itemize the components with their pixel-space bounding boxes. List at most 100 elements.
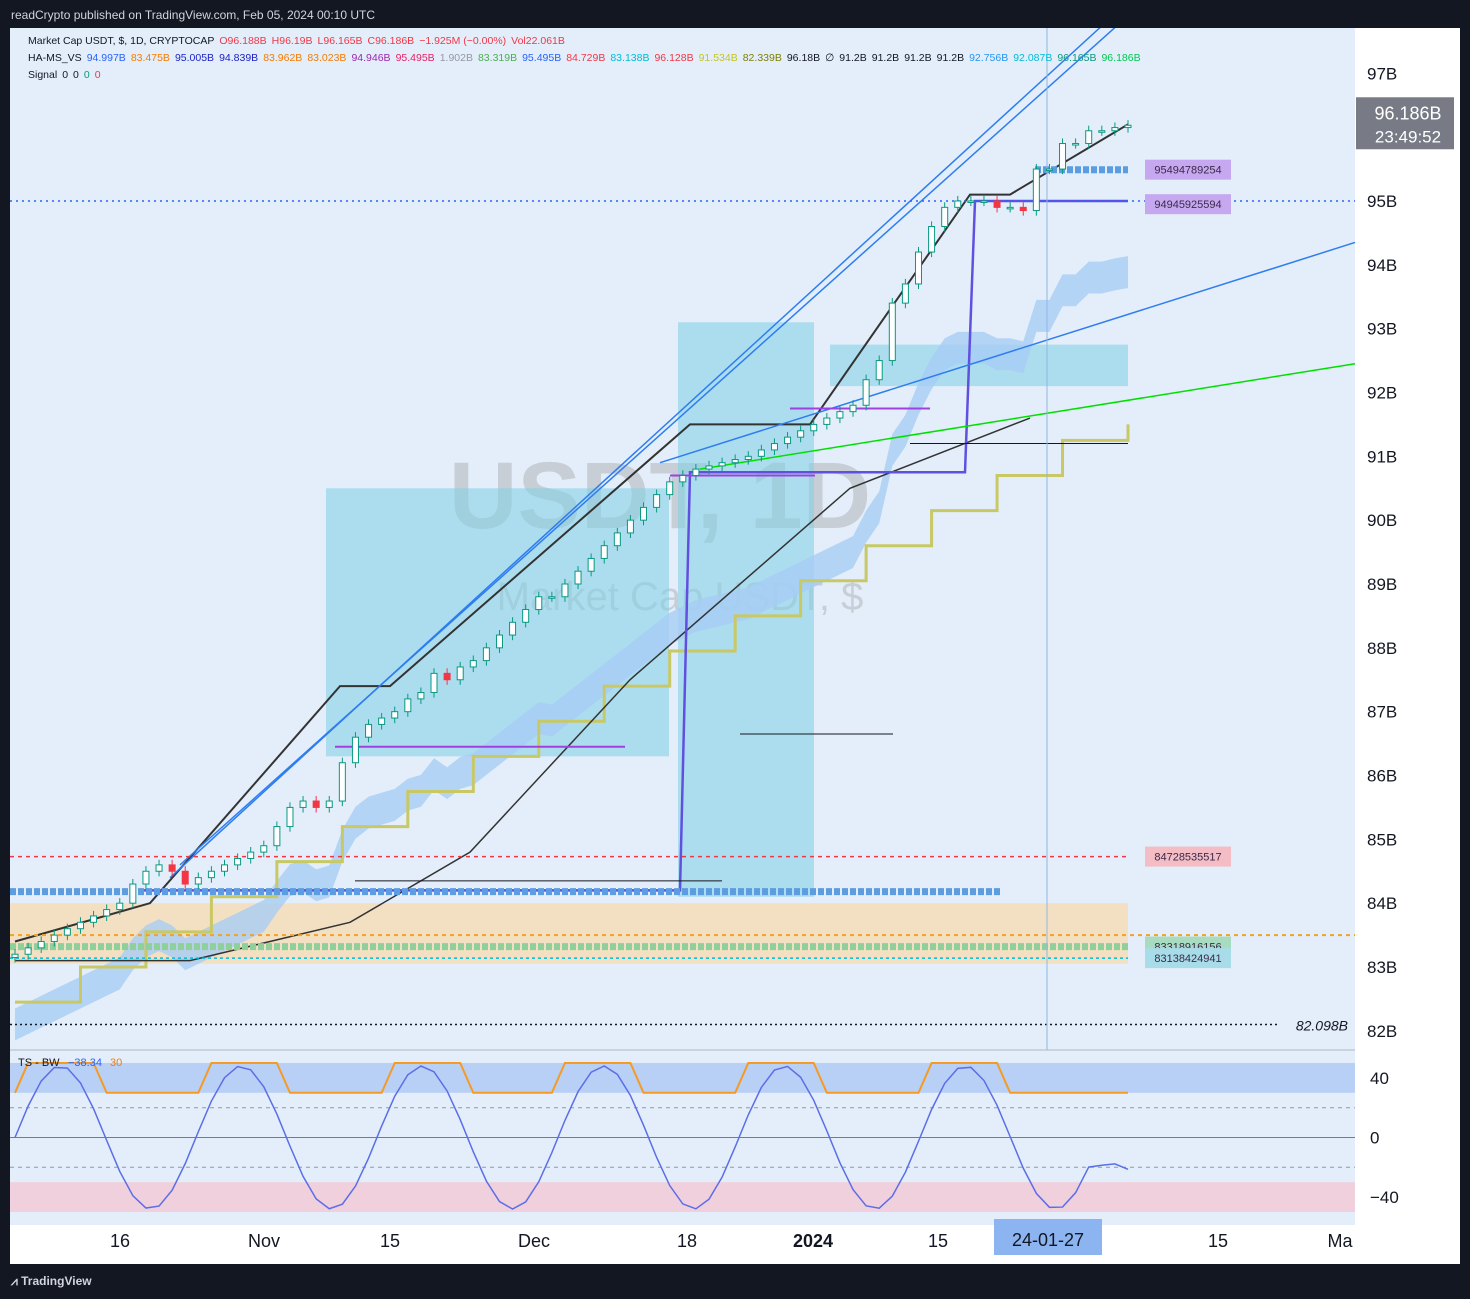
candle-body xyxy=(456,666,464,681)
legend-indicator-value-7: 94.946B xyxy=(351,52,391,64)
candle-body xyxy=(299,800,307,808)
candle-body xyxy=(901,283,909,304)
price-axis-tick: 88B xyxy=(1367,639,1397,658)
candle-body xyxy=(325,800,333,808)
legend-indicator-value-17: 96.18B xyxy=(786,52,821,64)
candle-body xyxy=(417,692,425,700)
tradingview-logo[interactable]: ⩘ TradingView xyxy=(11,1274,92,1289)
candle-body xyxy=(522,609,530,623)
osc-legend-value: −38.34 xyxy=(68,1057,102,1069)
candle-body xyxy=(129,883,137,904)
price-axis-tick: 93B xyxy=(1367,320,1397,339)
time-axis-label: Nov xyxy=(248,1231,280,1251)
candle-body xyxy=(823,417,831,425)
candle-body xyxy=(103,909,111,917)
candle-body xyxy=(941,206,949,228)
candle-body xyxy=(116,902,124,911)
candle-body xyxy=(482,647,490,662)
candle-body xyxy=(980,200,988,203)
price-axis-tick: 91B xyxy=(1367,447,1397,466)
candle-body xyxy=(1124,124,1132,129)
osc-overbought-zone xyxy=(10,1062,1355,1093)
legend-symbol-item-3: L96.165B xyxy=(317,35,363,47)
legend-signal-value-2: 0 xyxy=(73,69,79,81)
legend-signal-value-4: 0 xyxy=(94,69,101,81)
legend-indicator-value-15: 91.534B xyxy=(698,52,738,64)
candle-body xyxy=(561,583,569,598)
time-axis-label: 16 xyxy=(110,1231,130,1251)
legend-indicator-value-23: 92.756B xyxy=(969,52,1009,64)
legend-signal-value-1: 0 xyxy=(62,69,69,81)
osc-axis-tick: 0 xyxy=(1370,1129,1379,1148)
price-axis-tick: 94B xyxy=(1367,256,1397,275)
candle-body xyxy=(286,806,294,828)
candle-body xyxy=(705,465,713,470)
legend-indicator-value-5: 83.962B xyxy=(263,52,303,64)
price-axis-tick: 89B xyxy=(1367,575,1397,594)
publisher-bar: readCrypto published on TradingView.com,… xyxy=(0,0,1470,28)
candle-body xyxy=(142,870,150,885)
time-axis-label: Ma xyxy=(1327,1231,1353,1251)
candle-body xyxy=(1045,168,1053,172)
legend-signal-row: Signal 0 0 0 0 xyxy=(28,69,106,81)
chart-frame[interactable]: USDT, 1DMarket Cap USDT, $82B83B84B85B86… xyxy=(10,28,1460,1264)
candle-body xyxy=(797,430,805,438)
legend-indicator-value-25: 96.165B xyxy=(1057,52,1097,64)
candle-body xyxy=(76,921,84,930)
legend-indicator-value-11: 95.495B xyxy=(522,52,562,64)
legend-indicator-value-20: 91.2B xyxy=(871,52,900,64)
last-price-label: 96.186B xyxy=(1374,103,1441,123)
price-axis-tick: 90B xyxy=(1367,511,1397,530)
legend-indicator-value-4: 94.839B xyxy=(219,52,259,64)
osc-legend-value2: 30 xyxy=(110,1057,122,1069)
legend-symbol-item-5: −1.925M (−0.00%) xyxy=(419,35,507,47)
candle-body xyxy=(50,934,58,942)
candle-body xyxy=(404,698,412,713)
legend-signal-value-3: 0 xyxy=(83,69,90,81)
candle-body xyxy=(90,915,98,923)
candle-body xyxy=(338,762,346,802)
legend-symbol-item-0: Market Cap USDT, $, 1D, CRYPTOCAP xyxy=(28,35,215,47)
candle-body xyxy=(718,462,726,467)
candle-body xyxy=(954,200,962,208)
legend-indicator-value-2: 83.475B xyxy=(130,52,170,64)
legend-indicator-value-16: 82.339B xyxy=(742,52,782,64)
candle-body xyxy=(849,404,857,413)
candle-body xyxy=(744,455,752,461)
legend-indicator-value-6: 83.023B xyxy=(307,52,347,64)
price-chart[interactable]: USDT, 1DMarket Cap USDT, $82B83B84B85B86… xyxy=(10,28,1460,1264)
bar-countdown-label: 23:49:52 xyxy=(1375,127,1441,146)
candle-body xyxy=(168,864,176,872)
time-cursor-label: 24-01-27 xyxy=(1012,1230,1084,1250)
candle-body xyxy=(312,800,320,808)
level-price-tag-label: 83138424941 xyxy=(1154,953,1221,965)
legend-indicator-value-0: HA-MS_VS xyxy=(28,52,82,64)
legend-signal-value-0: Signal xyxy=(28,69,58,81)
candle-body xyxy=(875,360,883,381)
low-marker-label: 82.098B xyxy=(1296,1017,1348,1033)
candle-body xyxy=(731,459,739,464)
legend-indicator-value-22: 91.2B xyxy=(936,52,965,64)
legend-symbol-item-2: H96.19B xyxy=(271,35,313,47)
legend-indicator-value-12: 84.729B xyxy=(566,52,606,64)
legend-indicator-value-21: 91.2B xyxy=(904,52,932,64)
candle-body xyxy=(862,379,870,406)
candle-body xyxy=(914,251,922,285)
candle-body xyxy=(260,845,268,853)
legend-indicator-value-8: 95.495B xyxy=(395,52,435,64)
candle-body xyxy=(24,947,32,955)
candle-body xyxy=(600,545,608,559)
legend-indicator-value-19: 91.2B xyxy=(839,52,867,64)
osc-legend-name: TS - BW xyxy=(18,1057,60,1069)
candle-body xyxy=(653,494,661,508)
time-axis-label: 15 xyxy=(1208,1231,1228,1251)
legend-indicator-value-3: 95.005B xyxy=(174,52,215,64)
price-axis-tick: 83B xyxy=(1367,958,1397,977)
legend-symbol-item-1: O96.188B xyxy=(219,35,267,47)
candle-body xyxy=(495,634,503,649)
osc-oversold-zone xyxy=(10,1182,1355,1213)
candle-body xyxy=(928,226,936,253)
candle-body xyxy=(836,411,844,419)
candle-body xyxy=(443,672,451,681)
candle-body xyxy=(181,870,189,885)
